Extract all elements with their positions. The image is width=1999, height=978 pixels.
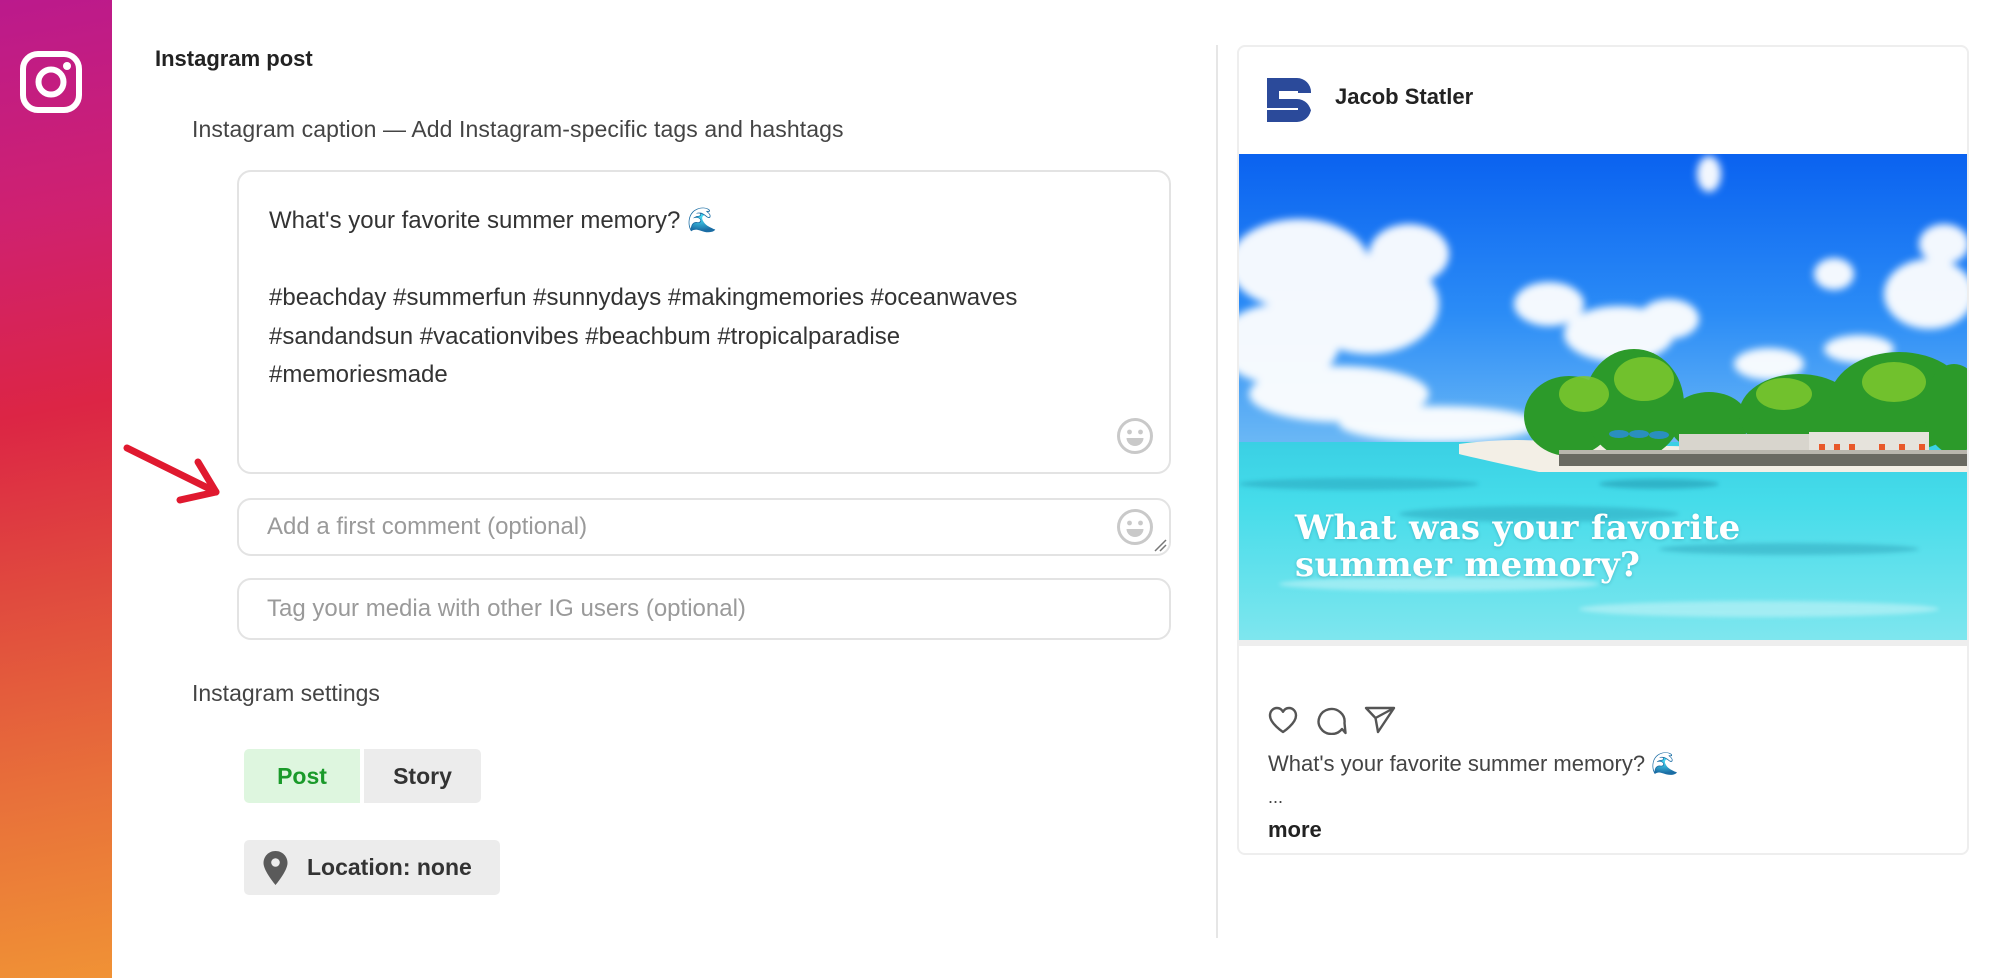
post-preview-card: Jacob Statler What was your favorite sum… — [1237, 45, 1969, 855]
page-title: Instagram post — [155, 46, 313, 71]
caption-label: Instagram caption — Add Instagram-specif… — [192, 116, 844, 142]
column-divider — [1216, 45, 1218, 938]
caption-text[interactable]: What's your favorite summer memory? 🌊 #b… — [269, 202, 1109, 395]
send-icon[interactable] — [1364, 705, 1396, 735]
location-button[interactable]: Location: none — [244, 840, 500, 895]
post-type-post-button[interactable]: Post — [244, 749, 360, 803]
comment-icon[interactable] — [1316, 705, 1348, 735]
author-avatar — [1267, 78, 1311, 122]
post-image: What was your favorite summer memory? — [1239, 154, 1967, 640]
settings-label: Instagram settings — [192, 680, 380, 706]
heart-icon[interactable] — [1267, 705, 1299, 735]
post-type-story-button[interactable]: Story — [364, 749, 481, 803]
smiley-icon[interactable] — [1116, 417, 1154, 455]
smiley-icon[interactable] — [1116, 508, 1154, 546]
tag-users-field[interactable] — [237, 578, 1171, 640]
preview-more-link[interactable]: more — [1268, 817, 1322, 843]
first-comment-field[interactable] — [237, 498, 1171, 556]
author-name: Jacob Statler — [1335, 84, 1474, 109]
location-label: Location: none — [307, 854, 472, 880]
instagram-icon[interactable] — [19, 50, 83, 114]
map-pin-icon — [263, 851, 288, 885]
preview-caption: What's your favorite summer memory? 🌊 — [1268, 751, 1679, 776]
image-divider — [1239, 640, 1967, 646]
preview-ellipsis: ... — [1268, 787, 1284, 807]
caption-textarea[interactable]: What's your favorite summer memory? 🌊 #b… — [237, 170, 1171, 474]
tag-users-input[interactable] — [267, 580, 1099, 638]
network-sidebar — [0, 0, 112, 978]
image-overlay-text: What was your favorite summer memory? — [1295, 508, 1741, 585]
annotation-arrow — [123, 444, 220, 504]
resize-handle-icon[interactable] — [1153, 538, 1167, 552]
first-comment-input[interactable] — [267, 500, 1099, 554]
